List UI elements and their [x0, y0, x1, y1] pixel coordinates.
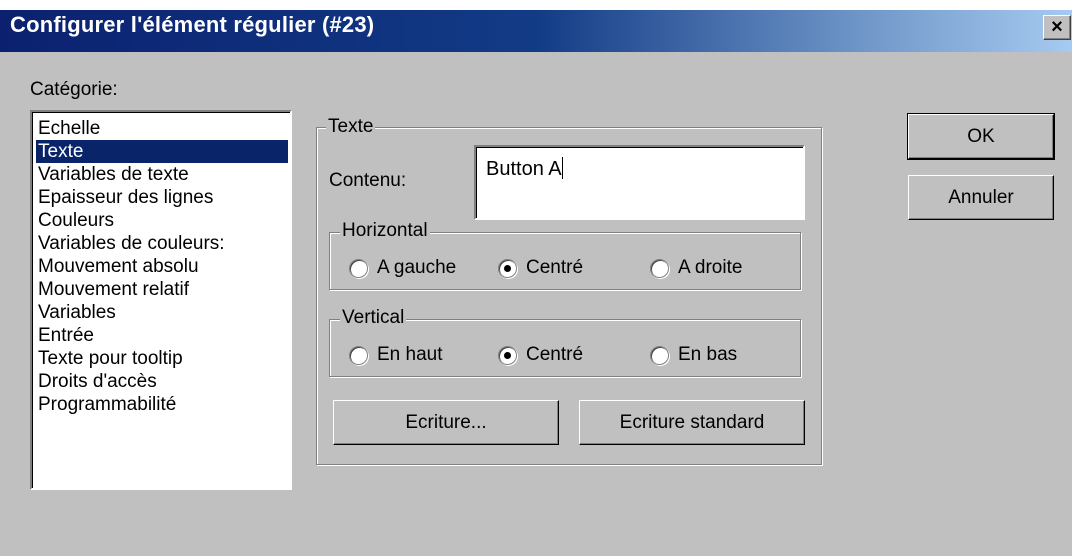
category-item-variables[interactable]: Variables: [36, 301, 288, 324]
category-item-mouvement-absolu[interactable]: Mouvement absolu: [36, 255, 288, 278]
radio-circle-icon: [650, 345, 669, 365]
vertical-group-label: Vertical: [340, 307, 407, 329]
category-item-droits-d-acces[interactable]: Droits d'accès: [36, 370, 288, 393]
category-item-texte[interactable]: Texte: [36, 140, 288, 163]
category-item-epaisseur-des-lignes[interactable]: Epaisseur des lignes: [36, 186, 288, 209]
category-item-texte-pour-tooltip[interactable]: Texte pour tooltip: [36, 347, 288, 370]
radio-vertical-bottom[interactable]: En bas: [650, 344, 737, 366]
dialog-window: Configurer l'élément régulier (#23) × Ca…: [0, 0, 1072, 556]
radio-horizontal-right[interactable]: A droite: [650, 257, 742, 279]
radio-circle-icon: [349, 345, 368, 365]
title-bar: Configurer l'élément régulier (#23) ×: [0, 0, 1072, 52]
category-item-couleurs[interactable]: Couleurs: [36, 209, 288, 232]
radio-selected-icon: [498, 258, 517, 278]
content-input[interactable]: Button A: [474, 145, 805, 220]
category-item-echelle[interactable]: Echelle: [36, 117, 288, 140]
category-item-variables-de-texte[interactable]: Variables de texte: [36, 163, 288, 186]
close-button[interactable]: ×: [1043, 15, 1071, 40]
radio-horizontal-center-label: Centré: [526, 257, 584, 278]
radio-vertical-top-label: En haut: [377, 344, 443, 365]
radio-circle-icon: [349, 258, 368, 278]
radio-horizontal-left-label: A gauche: [377, 257, 457, 278]
radio-horizontal-center[interactable]: Centré: [498, 257, 583, 279]
category-item-variables-de-couleurs[interactable]: Variables de couleurs:: [36, 232, 288, 255]
ok-button[interactable]: OK: [907, 113, 1055, 160]
radio-vertical-top[interactable]: En haut: [349, 344, 443, 366]
radio-vertical-center-label: Centré: [526, 344, 584, 365]
category-item-entree[interactable]: Entrée: [36, 324, 288, 347]
standard-font-button[interactable]: Ecriture standard: [579, 400, 805, 445]
category-label: Catégorie:: [30, 79, 118, 100]
radio-circle-icon: [650, 258, 669, 278]
category-list[interactable]: Echelle Texte Variables de texte Epaisse…: [30, 110, 292, 490]
font-button[interactable]: Ecriture...: [333, 400, 559, 445]
cancel-button[interactable]: Annuler: [908, 175, 1054, 220]
radio-vertical-center[interactable]: Centré: [498, 344, 583, 366]
category-item-programmabilite[interactable]: Programmabilité: [36, 393, 288, 416]
radio-vertical-bottom-label: En bas: [678, 344, 738, 365]
radio-horizontal-right-label: A droite: [678, 257, 743, 278]
window-title: Configurer l'élément régulier (#23): [10, 12, 375, 37]
text-caret: [561, 157, 563, 179]
horizontal-group-label: Horizontal: [340, 220, 430, 242]
title-bar-fill: Configurer l'élément régulier (#23): [0, 10, 1072, 52]
content-label: Contenu:: [329, 170, 407, 191]
content-value: Button A: [486, 158, 562, 180]
texte-group-label: Texte: [326, 116, 376, 138]
category-item-mouvement-relatif[interactable]: Mouvement relatif: [36, 278, 288, 301]
radio-horizontal-left[interactable]: A gauche: [349, 257, 456, 279]
radio-selected-icon: [498, 345, 517, 365]
